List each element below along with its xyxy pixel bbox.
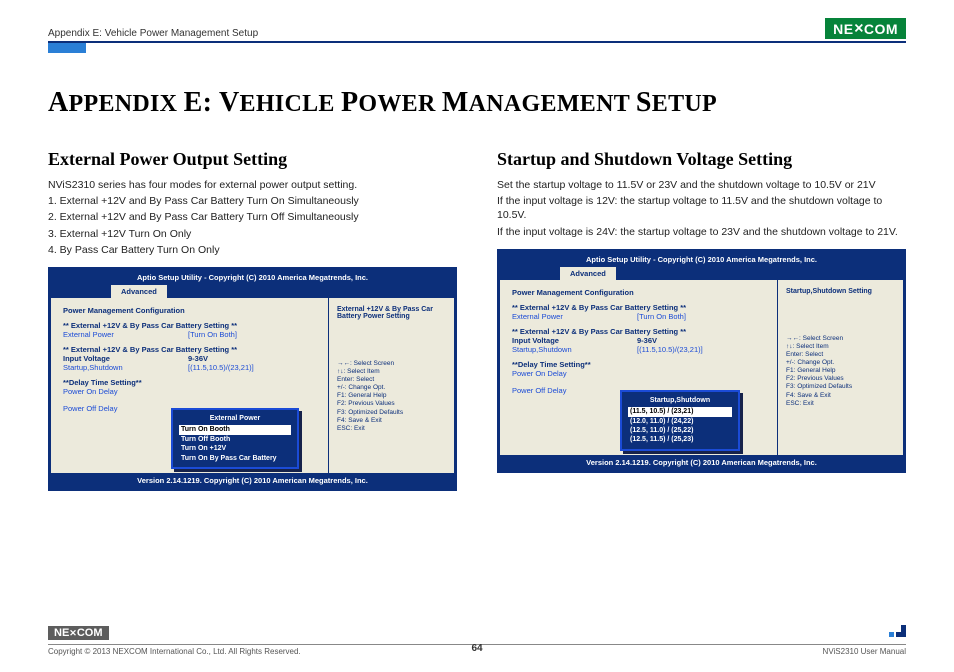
popup-right-title: Startup,Shutdown — [628, 396, 732, 405]
left-intro: NViS2310 series has four modes for exter… — [48, 178, 457, 192]
bios-help-right: Startup,Shutdown Setting — [786, 288, 895, 295]
popup-right-opt2: (12.0, 11.0) / (24,22) — [628, 417, 732, 426]
footer-docname: NViS2310 User Manual — [823, 647, 906, 656]
popup-left-opt2: Turn Off Booth — [179, 435, 291, 444]
bios-inputv-val-r: 9-36V — [637, 336, 767, 345]
popup-right-opt3: (12.5, 11.0) / (25,22) — [628, 426, 732, 435]
bios-tab-bar-r: Advanced — [500, 267, 903, 280]
bios-screenshot-left: Aptio Setup Utility - Copyright (C) 2010… — [48, 267, 457, 491]
bios-pon: Power On Delay — [63, 387, 318, 396]
left-line3: 3. External +12V Turn On Only — [48, 227, 457, 241]
popup-right-opt4: (12.5, 11.5) / (25,23) — [628, 435, 732, 444]
bios-sect2: ** External +12V & By Pass Car Battery S… — [63, 345, 318, 354]
bios-header-r: Aptio Setup Utility - Copyright (C) 2010… — [500, 252, 903, 267]
bios-extpower-val: [Turn On Both] — [188, 330, 318, 339]
bios-sect1-r: ** External +12V & By Pass Car Battery S… — [512, 303, 767, 312]
bios-extpower-lbl-r: External Power — [512, 312, 637, 321]
bios-help-left: External +12V & By Pass Car Battery Powe… — [337, 306, 446, 320]
bios-sect1: ** External +12V & By Pass Car Battery S… — [63, 321, 318, 330]
popup-right-opt1: (11.5, 10.5) / (23,21) — [628, 407, 732, 416]
bios-cfg-title: Power Management Configuration — [63, 306, 318, 315]
bios-extpower-val-r: [Turn On Both] — [637, 312, 767, 321]
popup-startup-shutdown: Startup,Shutdown (11.5, 10.5) / (23,21) … — [620, 390, 740, 451]
bios-screenshot-right: Aptio Setup Utility - Copyright (C) 2010… — [497, 249, 906, 473]
popup-left-opt3: Turn On +12V — [179, 444, 291, 453]
bios-tab-advanced: Advanced — [111, 285, 167, 298]
footer-copyright: Copyright © 2013 NEXCOM International Co… — [48, 647, 301, 656]
bios-pon-r: Power On Delay — [512, 369, 767, 378]
bios-startsd-val-r: [(11.5,10.5)/(23,21)] — [637, 345, 767, 354]
bios-startsd-lbl-r: Startup,Shutdown — [512, 345, 637, 354]
bios-keys-r: →←: Select Screen↑↓: Select ItemEnter: S… — [786, 335, 895, 408]
header-rule — [48, 41, 906, 43]
page-title: APPENDIX E: VEHICLE POWER MANAGEMENT SET… — [48, 87, 906, 119]
bios-startsd-val: [(11.5,10.5)/(23,21)] — [188, 363, 318, 372]
bios-tab-advanced-r: Advanced — [560, 267, 616, 280]
left-line4: 4. By Pass Car Battery Turn On Only — [48, 243, 457, 257]
left-line1: 1. External +12V and By Pass Car Battery… — [48, 194, 457, 208]
bios-delay: **Delay Time Setting** — [63, 378, 318, 387]
bios-tab-bar: Advanced — [51, 285, 454, 298]
popup-left-opt4: Turn On By Pass Car Battery — [179, 454, 291, 463]
bios-footer: Version 2.14.1219. Copyright (C) 2010 Am… — [51, 473, 454, 488]
right-heading: Startup and Shutdown Voltage Setting — [497, 149, 906, 170]
popup-external-power: External Power Turn On Booth Turn Off Bo… — [171, 408, 299, 469]
header-accent — [48, 43, 86, 53]
right-p2: If the input voltage is 12V: the startup… — [497, 194, 906, 222]
bios-delay-r: **Delay Time Setting** — [512, 360, 767, 369]
bios-header: Aptio Setup Utility - Copyright (C) 2010… — [51, 270, 454, 285]
left-line2: 2. External +12V and By Pass Car Battery… — [48, 210, 457, 224]
breadcrumb: Appendix E: Vehicle Power Management Set… — [48, 28, 258, 39]
bios-startsd-lbl: Startup,Shutdown — [63, 363, 188, 372]
bios-inputv-lbl: Input Voltage — [63, 354, 188, 363]
bios-inputv-lbl-r: Input Voltage — [512, 336, 637, 345]
bios-footer-r: Version 2.14.1219. Copyright (C) 2010 Am… — [500, 455, 903, 470]
popup-left-opt1: Turn On Booth — [179, 425, 291, 434]
bios-extpower-lbl: External Power — [63, 330, 188, 339]
right-p1: Set the startup voltage to 11.5V or 23V … — [497, 178, 906, 192]
right-p3: If the input voltage is 24V: the startup… — [497, 225, 906, 239]
left-heading: External Power Output Setting — [48, 149, 457, 170]
footer-logo: NE✕COM — [48, 626, 109, 640]
page-number: 64 — [471, 643, 482, 654]
bios-inputv-val: 9-36V — [188, 354, 318, 363]
bios-cfg-title-r: Power Management Configuration — [512, 288, 767, 297]
bios-keys: →←: Select Screen↑↓: Select ItemEnter: S… — [337, 360, 446, 433]
bios-sect2-r: ** External +12V & By Pass Car Battery S… — [512, 327, 767, 336]
header-logo: NE✕COM — [825, 18, 906, 39]
popup-left-title: External Power — [179, 414, 291, 423]
